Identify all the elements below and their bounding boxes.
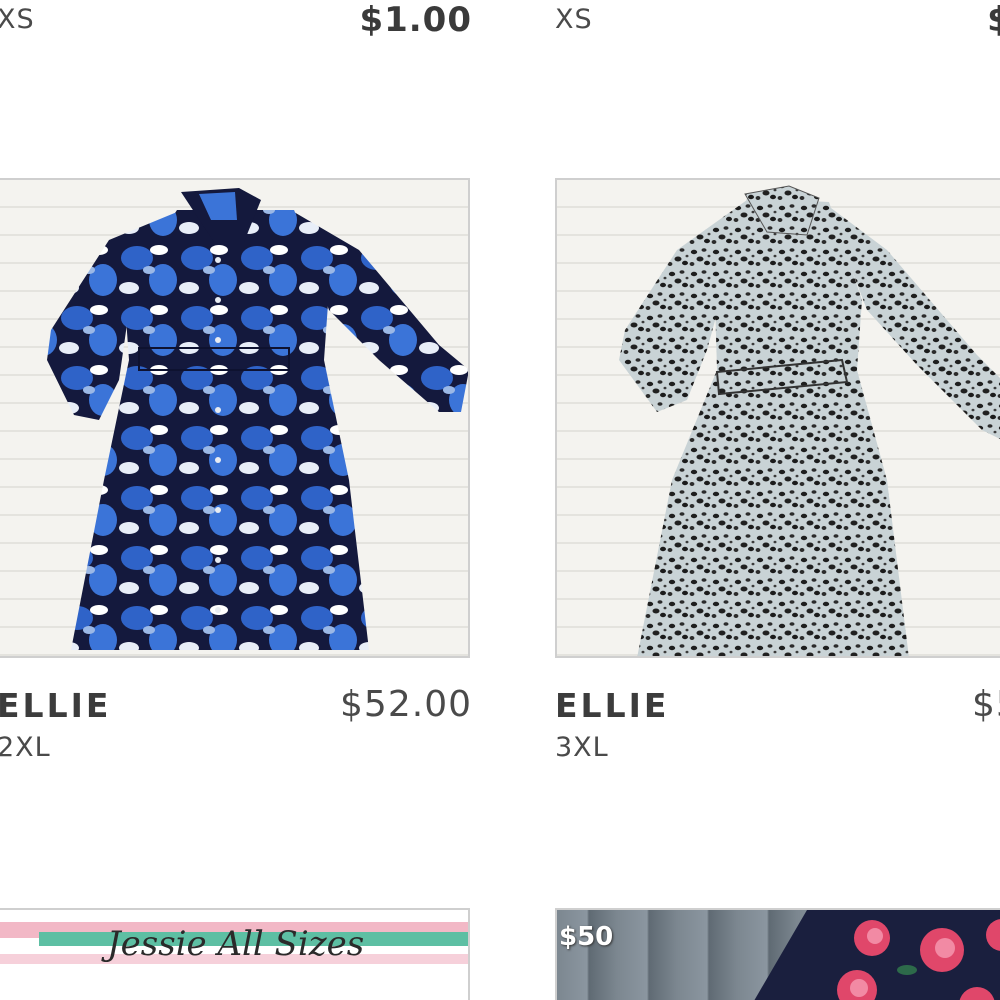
dress-illustration	[47, 188, 468, 650]
product-price: $1.00	[359, 0, 472, 40]
product-price: $52.0	[971, 684, 1000, 725]
product-size: 2XL	[0, 732, 51, 763]
product-style-name: ELLIE	[555, 686, 670, 725]
product-card[interactable]: $50	[555, 908, 1000, 1000]
product-card[interactable]: Jessie All Sizes	[0, 908, 472, 1000]
product-size: XS	[555, 4, 593, 35]
product-image-jessie-banner[interactable]: Jessie All Sizes	[0, 908, 470, 1000]
product-card[interactable]: ELLIE $52.00 2XL	[0, 178, 472, 778]
product-image-floral-top[interactable]: $50	[555, 908, 1000, 1000]
product-size: 3XL	[555, 732, 609, 763]
product-info: ELLIE $52.0 3XL	[555, 658, 1000, 778]
product-image-leopard-dress[interactable]	[555, 178, 1000, 658]
product-price: $1.0	[987, 0, 1000, 40]
product-card[interactable]: XS $1.00	[0, 0, 472, 45]
product-card[interactable]: XS $1.0	[555, 0, 1000, 45]
banner-title: Jessie All Sizes	[107, 924, 365, 964]
product-info: ELLIE $52.00 2XL	[0, 658, 472, 778]
dress-illustration	[619, 185, 1000, 656]
product-price: $52.00	[340, 684, 472, 725]
floral-top-illustration	[754, 910, 1000, 1000]
product-image-blue-floral-dress[interactable]	[0, 178, 470, 658]
product-grid: XS $1.00 XS $1.0	[0, 0, 1000, 1000]
price-badge: $50	[559, 922, 614, 952]
product-size: XS	[0, 4, 35, 35]
product-style-name: ELLIE	[0, 686, 112, 725]
product-card[interactable]: ELLIE $52.0 3XL	[555, 178, 1000, 778]
